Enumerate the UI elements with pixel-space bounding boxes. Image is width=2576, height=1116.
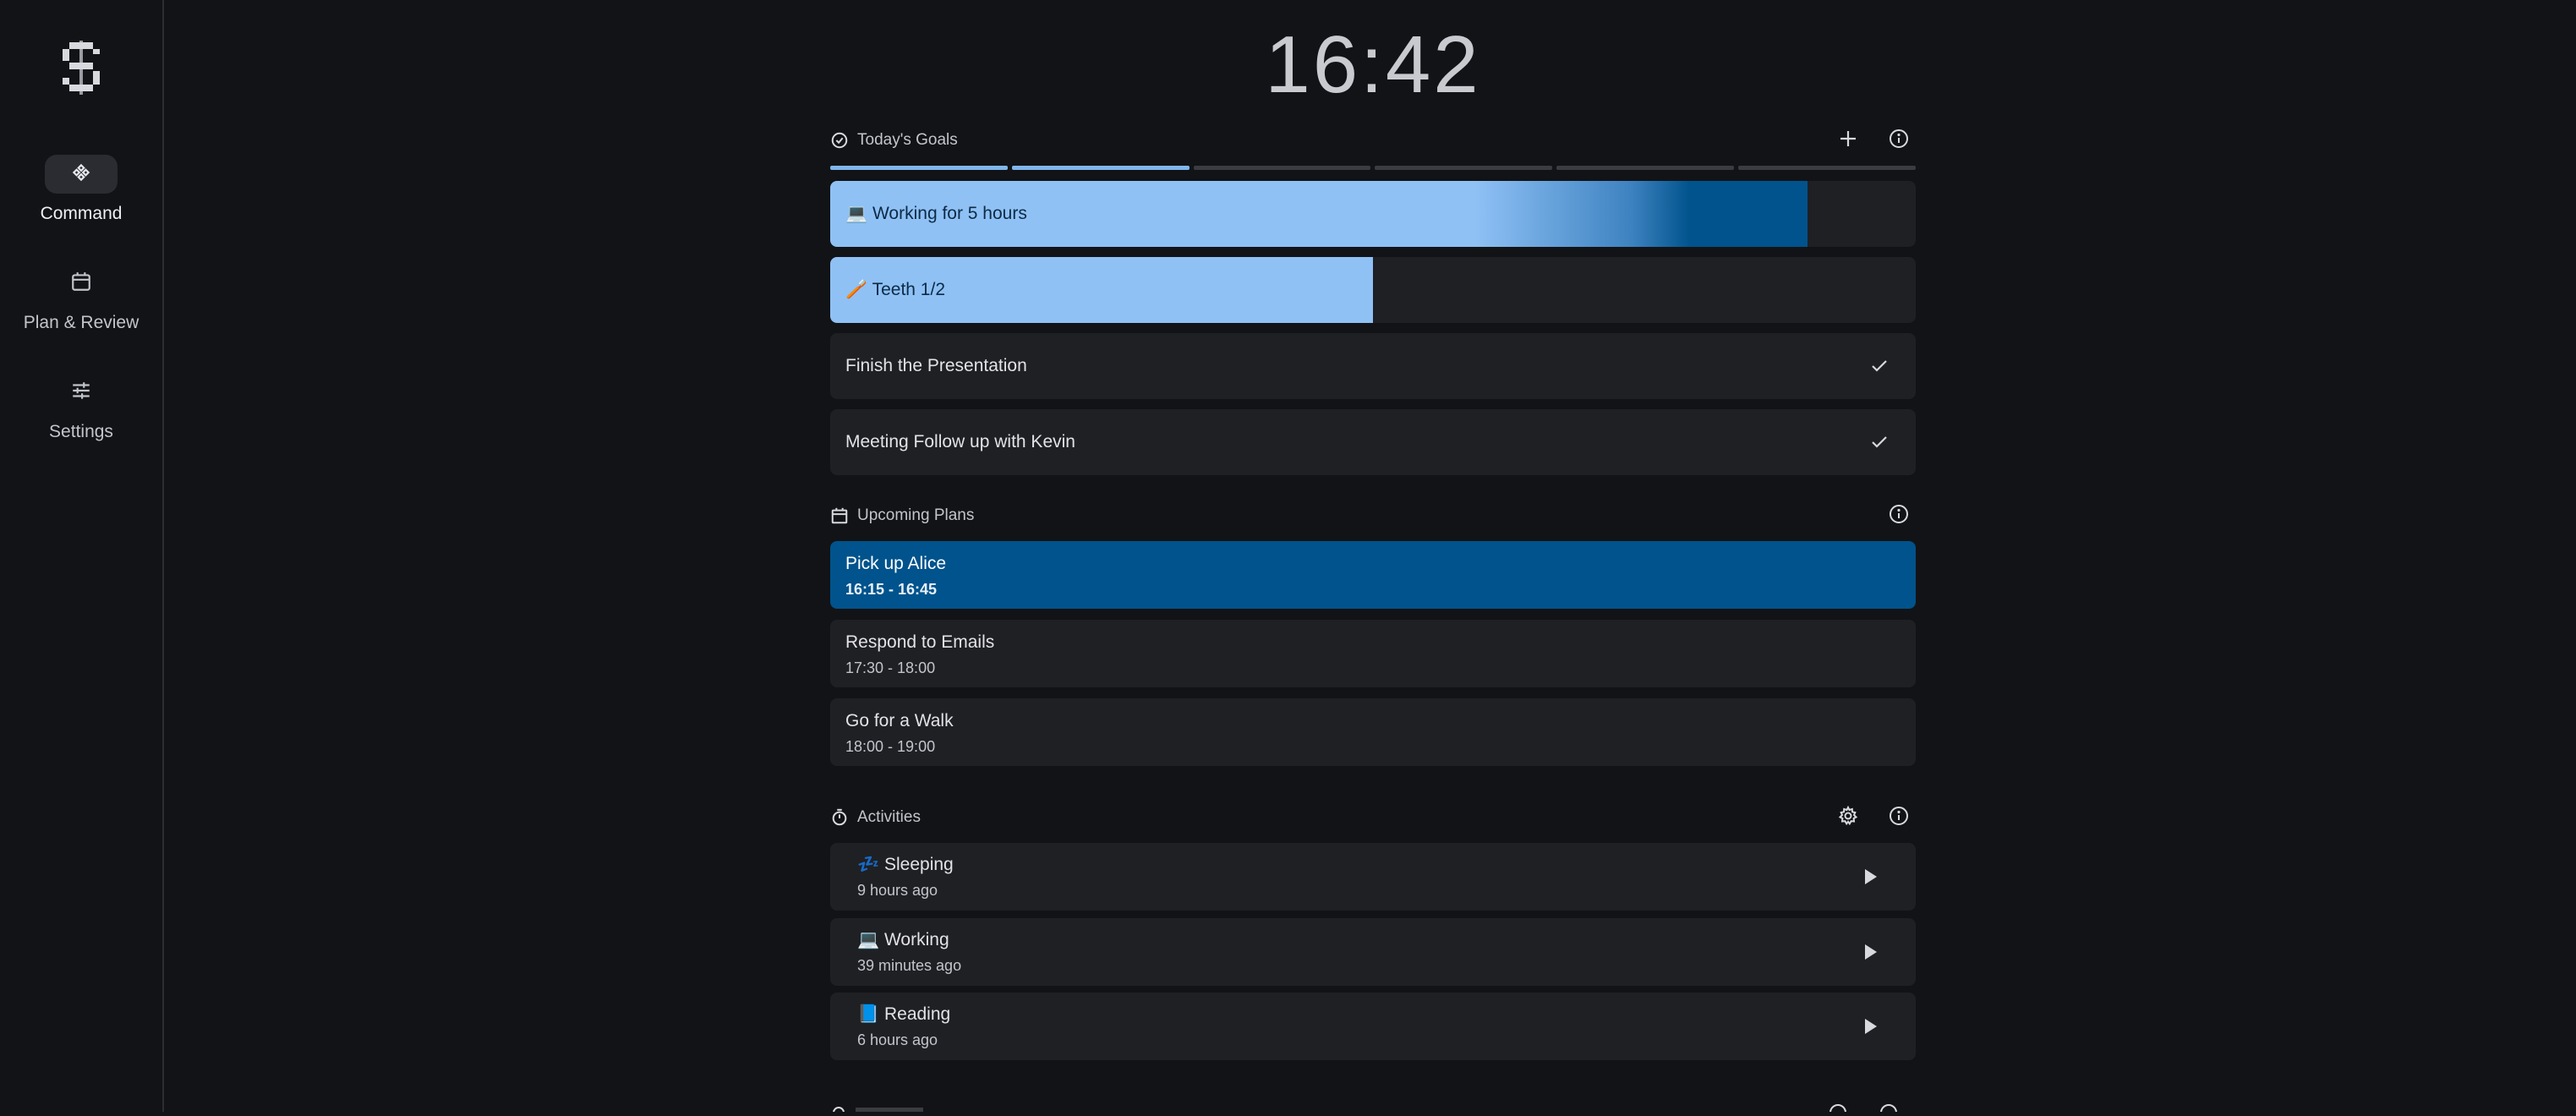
goals-info-button[interactable] (1882, 123, 1916, 157)
plans-info-button[interactable] (1882, 499, 1916, 533)
section-title: Today's Goals (857, 131, 958, 149)
activity-title: 💻 Working (857, 930, 949, 949)
goal-item[interactable]: Finish the Presentation (830, 333, 1916, 399)
nav-item-label: Command (40, 204, 123, 223)
play-icon[interactable] (1860, 867, 1880, 887)
play-icon[interactable] (1860, 1016, 1880, 1037)
plans-header: Upcoming Plans (830, 499, 1916, 533)
checkmark-icon[interactable] (1868, 356, 1890, 376)
goal-item[interactable]: Meeting Follow up with Kevin (830, 409, 1916, 475)
gear-icon (1838, 805, 1858, 830)
activities-header: Activities (830, 801, 1916, 834)
info-icon (1889, 129, 1909, 153)
nav-pill (45, 155, 118, 194)
activity-item[interactable]: 💤 Sleeping 9 hours ago (830, 843, 1916, 911)
activity-last-used: 9 hours ago (857, 882, 938, 899)
goals-progress (830, 166, 1916, 170)
plan-time: 17:30 - 18:00 (845, 659, 936, 676)
progress-segment (1011, 166, 1190, 170)
plan-title: Go for a Walk (845, 711, 954, 730)
info-icon (1889, 806, 1909, 830)
activity-last-used: 39 minutes ago (857, 957, 962, 974)
plan-time: 16:15 - 16:45 (845, 581, 938, 598)
activity-item[interactable]: 📘 Reading 6 hours ago (830, 993, 1916, 1060)
activity-item[interactable]: 💻 Working 39 minutes ago (830, 918, 1916, 986)
goals-header: Today's Goals (830, 123, 1916, 157)
sliders-icon (70, 380, 92, 406)
progress-segment (1375, 166, 1553, 170)
calendar-icon (830, 506, 849, 525)
calendar-icon (70, 271, 92, 297)
section-title: Upcoming Plans (857, 506, 975, 524)
goal-label: 🪥 Teeth 1/2 (845, 280, 946, 299)
goal-label: Meeting Follow up with Kevin (845, 432, 1075, 451)
activities-settings-button[interactable] (1831, 801, 1865, 834)
progress-segment (1556, 166, 1735, 170)
add-goal-button[interactable] (1831, 123, 1865, 157)
progress-segment (830, 166, 1008, 170)
nav-item-label: Settings (49, 422, 113, 441)
nav-item-plan-review[interactable]: Plan & Review (0, 264, 162, 333)
play-icon[interactable] (1860, 942, 1880, 962)
checkmark-icon[interactable] (1868, 432, 1890, 452)
plan-title: Respond to Emails (845, 632, 995, 652)
info-icon (1889, 504, 1909, 528)
timer-icon (830, 808, 849, 827)
section-title: Activities (857, 808, 921, 826)
activity-title: 💤 Sleeping (857, 855, 954, 874)
sidebar: Command Plan & Review Settings (0, 0, 164, 1112)
s-logo-icon[interactable] (59, 41, 103, 95)
activity-last-used: 6 hours ago (857, 1031, 938, 1048)
nav-item-label: Plan & Review (23, 313, 139, 332)
gamepad-icon (70, 161, 92, 188)
nav-item-settings[interactable]: Settings (0, 373, 162, 442)
plan-title: Pick up Alice (845, 554, 947, 573)
next-section-header-partial (830, 1099, 1916, 1116)
check-circle-icon (830, 131, 849, 150)
nav-pill (45, 373, 118, 412)
plan-time: 18:00 - 19:00 (845, 738, 936, 755)
plan-item[interactable]: Pick up Alice 16:15 - 16:45 (830, 541, 1916, 609)
plan-item[interactable]: Go for a Walk 18:00 - 19:00 (830, 698, 1916, 766)
plus-icon (1838, 129, 1858, 153)
progress-segment (1193, 166, 1371, 170)
plan-item[interactable]: Respond to Emails 17:30 - 18:00 (830, 620, 1916, 687)
activities-info-button[interactable] (1882, 801, 1916, 834)
activity-title: 📘 Reading (857, 1004, 951, 1024)
goal-label: 💻 Working for 5 hours (845, 204, 1027, 223)
nav-pill (45, 264, 118, 303)
clock: 16:42 (1265, 19, 1481, 110)
goal-item[interactable]: 💻 Working for 5 hours (830, 181, 1916, 247)
goal-item[interactable]: 🪥 Teeth 1/2 (830, 257, 1916, 323)
nav-item-command[interactable]: Command (0, 155, 162, 224)
goal-label: Finish the Presentation (845, 356, 1027, 375)
progress-segment (1738, 166, 1916, 170)
